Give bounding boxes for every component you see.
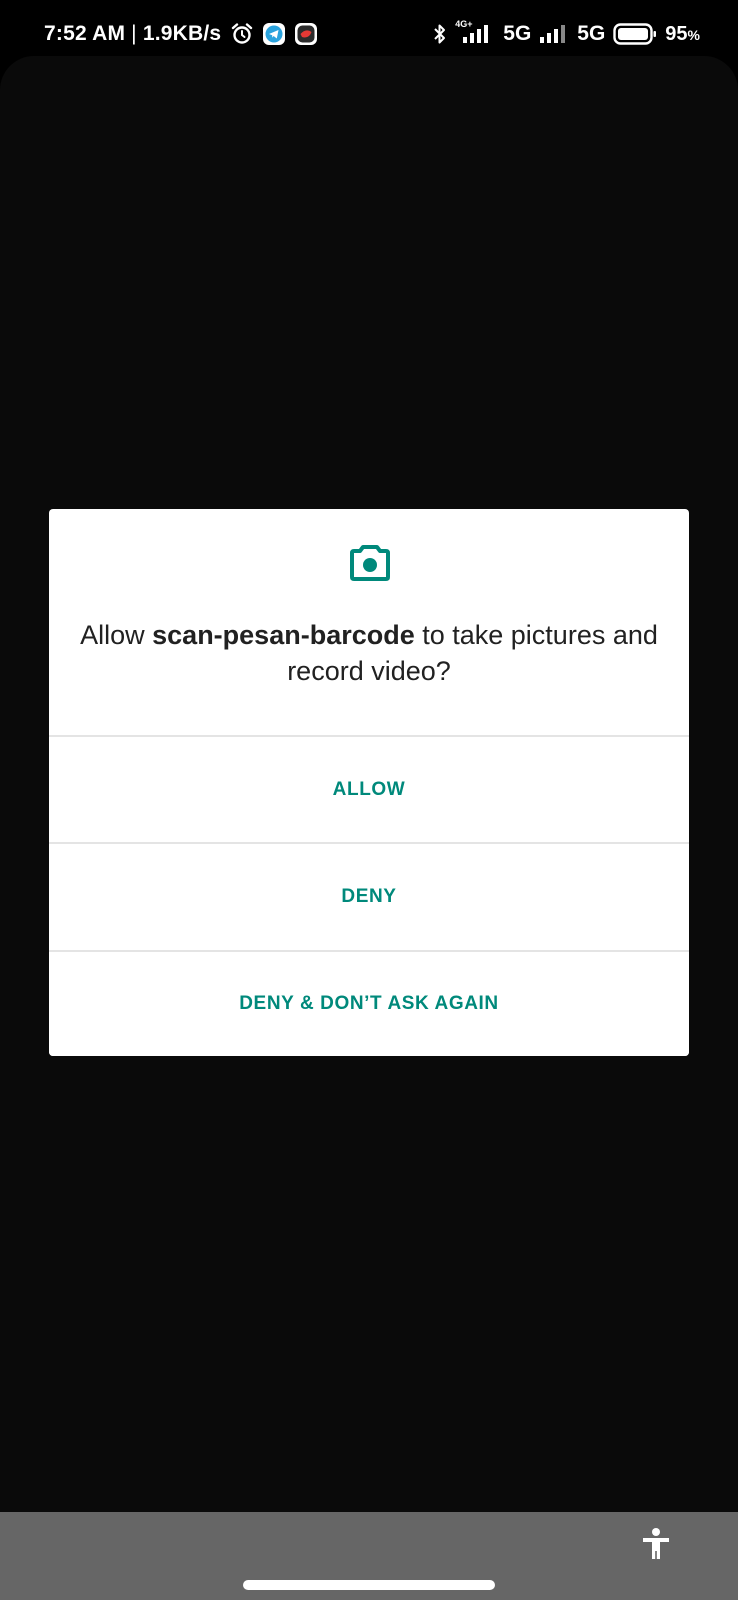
alarm-icon <box>231 23 253 45</box>
allow-button[interactable]: ALLOW <box>49 735 689 842</box>
dialog-message-prefix: Allow <box>80 620 153 650</box>
battery-unit: % <box>687 26 700 43</box>
signal-icon: 4G+ <box>455 19 495 45</box>
deny-button[interactable]: DENY <box>49 842 689 950</box>
navigation-bar <box>0 1512 738 1600</box>
dialog-app-name: scan-pesan-barcode <box>152 620 415 650</box>
network-type-label: 4G+ <box>455 19 473 29</box>
network-label-1: 5G <box>503 22 532 45</box>
accessibility-icon[interactable] <box>640 1527 672 1561</box>
dialog-message: Allow scan-pesan-barcode to take picture… <box>69 617 669 689</box>
status-bar-right: 4G+ 5G 5G 95% <box>433 20 700 48</box>
deny-dont-ask-again-button[interactable]: DENY & DON’T ASK AGAIN <box>49 950 689 1056</box>
status-time: 7:52 AM <box>44 22 126 45</box>
home-gesture-bar[interactable] <box>243 1580 495 1590</box>
telegram-icon <box>263 23 286 45</box>
phone-screen: 7:52 AM | 1.9KB/s 4G+ 5G 5G 95% Allow sc… <box>0 0 738 1600</box>
dialog-header: Allow scan-pesan-barcode to take picture… <box>49 509 689 735</box>
app-notification-icon <box>295 23 318 45</box>
battery-percentage: 95% <box>665 23 700 46</box>
status-separator: | <box>131 22 137 45</box>
battery-icon <box>613 22 657 46</box>
status-bar-left: 7:52 AM | 1.9KB/s <box>44 20 318 48</box>
permission-dialog: Allow scan-pesan-barcode to take picture… <box>49 509 689 1056</box>
status-net-speed: 1.9KB/s <box>142 22 222 45</box>
battery-value: 95 <box>665 22 688 45</box>
signal-icon-2 <box>539 23 569 45</box>
camera-icon <box>350 545 390 581</box>
bluetooth-icon <box>433 23 447 45</box>
network-label-2: 5G <box>577 22 606 45</box>
